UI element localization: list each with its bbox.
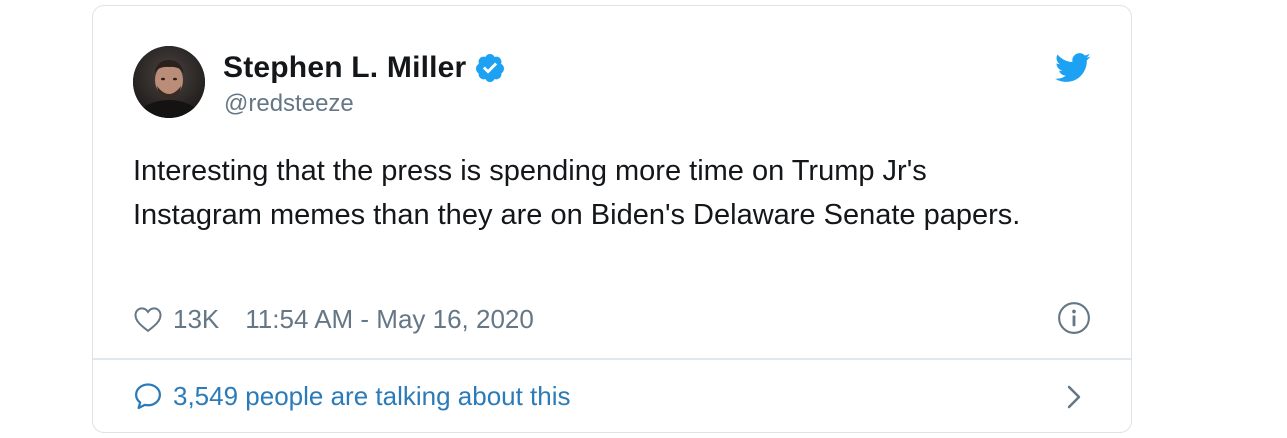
avatar[interactable] — [133, 46, 205, 118]
tweet-timestamp[interactable]: 11:54 AM - May 16, 2020 — [245, 304, 534, 335]
avatar-image — [133, 46, 205, 118]
speech-bubble-icon — [135, 383, 161, 410]
author-display-name[interactable]: Stephen L. Miller — [223, 51, 466, 85]
twitter-bird-icon[interactable] — [1055, 52, 1091, 84]
author-name-row[interactable]: Stephen L. Miller — [223, 50, 506, 86]
like-count[interactable]: 13K — [173, 304, 219, 335]
tweet-meta-row: 13K 11:54 AM - May 16, 2020 — [133, 301, 534, 337]
conversation-link[interactable]: 3,549 people are talking about this — [133, 378, 571, 414]
chevron-right-icon[interactable] — [1063, 382, 1085, 412]
info-icon[interactable] — [1057, 301, 1091, 335]
verified-badge-icon — [476, 54, 505, 82]
tweet-text: Interesting that the press is spending m… — [133, 155, 1021, 231]
heart-icon[interactable] — [133, 305, 163, 333]
author-handle[interactable]: @redsteeze — [224, 90, 354, 118]
conversation-count-text[interactable]: 3,549 people are talking about this — [173, 381, 571, 412]
embedded-tweet-card[interactable]: Stephen L. Miller @redsteeze Interesting… — [92, 5, 1132, 433]
card-divider — [93, 358, 1131, 360]
